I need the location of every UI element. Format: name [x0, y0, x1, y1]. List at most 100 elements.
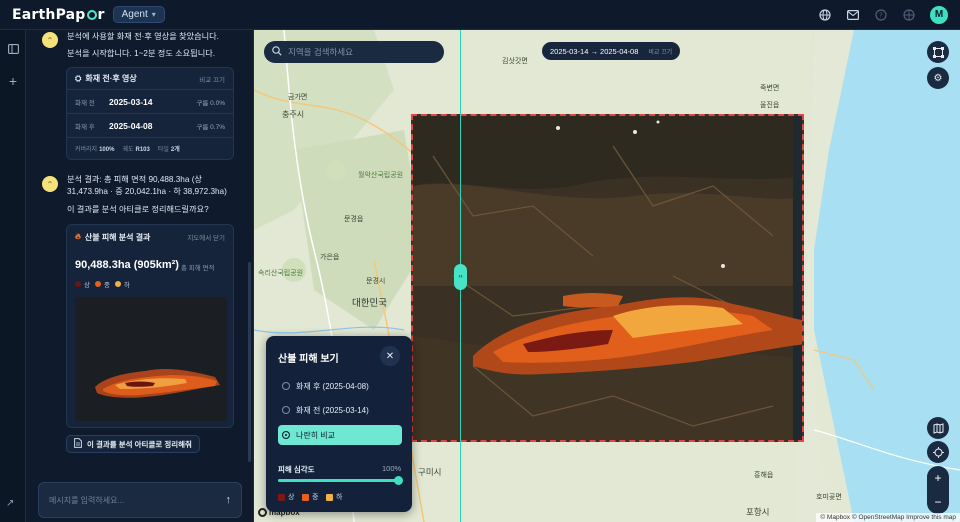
avatar[interactable]: M: [930, 5, 948, 24]
close-icon[interactable]: ✕: [380, 346, 400, 366]
map-label: 흥해읍: [754, 472, 774, 479]
map-label: 가은읍: [320, 254, 340, 261]
severity-slider[interactable]: [278, 476, 403, 485]
new-chat-plus-icon[interactable]: +: [6, 73, 20, 89]
severity-slider-knob[interactable]: [394, 476, 403, 485]
chat-message-line: 분석을 시작합니다. 1~2분 정도 소요됩니다.: [67, 49, 216, 59]
tiles-value: 2개: [170, 146, 180, 153]
imagery-row-before[interactable]: 화재 전 2025-03-14 구름 0.0%: [67, 90, 233, 114]
legend-low: 하: [115, 279, 130, 289]
option-after[interactable]: 화재 후 (2025-04-08): [278, 376, 402, 396]
imagery-card-title: 화재 전·후 영상: [85, 74, 137, 83]
imagery-meta: 커버리지 100% 궤도 R103 타일 2개: [67, 138, 233, 158]
map-label: 금가면: [288, 94, 308, 101]
damage-thumbnail[interactable]: [75, 297, 227, 421]
bot-avatar-icon: ᵔ: [42, 32, 58, 48]
imagery-row-label: 화재 전: [75, 99, 95, 107]
map-view[interactable]: 금가면 충주시 월악산국립공원 문경읍 가은읍 문경시 대한민국 속리산국립공원…: [254, 30, 960, 522]
map-label: 죽변면: [760, 85, 780, 92]
orbit-value: R103: [135, 146, 150, 153]
logo-globe-icon: [86, 9, 97, 20]
zoom-out-button[interactable]: −: [934, 495, 941, 509]
map-label: 호미곶면: [816, 494, 842, 501]
legend-low: 하: [326, 492, 342, 502]
damage-area-label: 총 피해 면적: [181, 265, 215, 272]
satellite-icon: ⛭: [75, 73, 82, 83]
option-side-by-side[interactable]: 나란히 비교: [278, 425, 402, 445]
coverage-value: 100%: [99, 146, 115, 153]
map-search-input[interactable]: [288, 47, 436, 57]
map-attribution[interactable]: © Mapbox © OpenStreetMap Improve this ma…: [816, 513, 960, 522]
option-before[interactable]: 화재 전 (2025-03-14): [278, 400, 402, 420]
result-card: 🔥︎ 산불 피해 분석 결과 지도에서 닫기 90,488.3ha (905km…: [66, 224, 234, 428]
coverage-label: 커버리지: [75, 146, 98, 153]
top-bar: EarthPap r Agent ▾ ? M: [0, 0, 960, 30]
date-range-text: 2025-03-14 → 2025-04-08: [550, 46, 639, 56]
legend-mid: 중: [302, 492, 318, 502]
agent-selector[interactable]: Agent ▾: [112, 6, 165, 23]
settings-gear-icon[interactable]: ⚙: [927, 67, 949, 89]
orbit-label: 궤도: [122, 146, 134, 153]
severity-slider-fill: [278, 479, 398, 482]
locate-crosshair-icon[interactable]: [927, 441, 949, 463]
map-label: 월악산국립공원: [358, 172, 404, 179]
chat-message: 분석에 사용할 화재 전·후 영상을 찾았습니다. 분석을 시작합니다. 1~2…: [67, 31, 219, 61]
map-search-box[interactable]: [264, 41, 444, 63]
imagery-row-cloud: 구름 0.7%: [196, 123, 225, 131]
severity-label: 피해 심각도: [278, 465, 315, 474]
globe-grid-icon[interactable]: [818, 8, 832, 22]
logo[interactable]: EarthPap r: [12, 7, 105, 23]
sidebar-toggle-icon[interactable]: [6, 42, 20, 56]
fire-damage-panel: 산불 피해 보기 ✕ 화재 후 (2025-04-08) 화재 전 (2025-…: [266, 336, 412, 512]
radio-icon: [282, 431, 290, 439]
zoom-controls: + −: [927, 466, 949, 514]
map-label: 김삿갓면: [502, 58, 528, 65]
message-input[interactable]: [49, 495, 226, 505]
imagery-row-label: 화재 후: [75, 123, 95, 131]
imagery-card: ⛭ 화재 전·후 영상 비교 끄기 화재 전 2025-03-14 구름 0.0…: [66, 67, 234, 160]
compare-off-link[interactable]: 비교 끄기: [199, 74, 225, 84]
chat-message-line: 31,473.9ha · 중 20,042.1ha · 하 38,972.3ha…: [67, 187, 227, 197]
bot-avatar-icon: ᵔ: [42, 176, 58, 192]
satellite-imagery: [413, 116, 802, 440]
language-icon[interactable]: [902, 8, 916, 22]
tiles-label: 타일: [157, 146, 169, 153]
article-button-label: 이 결과를 분석 아티클로 정리해줘: [87, 439, 192, 449]
chevron-down-icon: ▾: [151, 10, 156, 19]
imagery-row-after[interactable]: 화재 후 2025-04-08 구름 0.7%: [67, 114, 233, 138]
chat-message-line: 분석 결과: 총 피해 면적 90,488.3ha (상: [67, 175, 202, 184]
draw-area-icon[interactable]: [927, 41, 949, 63]
collapse-arrow-icon[interactable]: ↗: [6, 498, 20, 512]
satellite-overlay[interactable]: [411, 114, 804, 442]
result-card-title: 산불 피해 분석 결과: [84, 232, 151, 242]
zoom-in-button[interactable]: +: [934, 471, 941, 485]
help-icon[interactable]: ?: [874, 8, 888, 22]
damage-area-value: 90,488.3ha (905km²): [75, 259, 179, 271]
legend-high: 상: [75, 279, 90, 289]
left-rail: + ↗: [0, 30, 26, 522]
article-button[interactable]: 이 결과를 분석 아티클로 정리해줘: [66, 435, 200, 453]
chat-panel: ᵔ 분석에 사용할 화재 전·후 영상을 찾았습니다. 분석을 시작합니다. 1…: [26, 30, 254, 522]
chat-scrollbar[interactable]: [248, 262, 251, 462]
chat-message-line: 분석에 사용할 화재 전·후 영상을 찾았습니다.: [67, 32, 219, 41]
radio-icon: [282, 406, 290, 414]
severity-value: 100%: [382, 464, 402, 473]
legend-high: 상: [278, 492, 294, 502]
svg-text:?: ?: [879, 11, 883, 19]
message-input-box[interactable]: ↑: [38, 482, 242, 518]
fire-panel-title: 산불 피해 보기: [278, 354, 339, 365]
date-range-pill[interactable]: 2025-03-14 → 2025-04-08 비교 끄기: [542, 42, 681, 60]
chat-message-line: 이 결과를 분석 아티클로 정리해드릴까요?: [67, 204, 209, 214]
imagery-card-header: ⛭ 화재 전·후 영상 비교 끄기: [67, 68, 233, 90]
compare-split-handle[interactable]: ‹›: [454, 264, 467, 290]
imagery-row-cloud: 구름 0.0%: [196, 99, 225, 107]
document-icon: [74, 438, 82, 450]
map-label: 대한민국: [352, 298, 387, 309]
legend-mid: 중: [95, 279, 110, 289]
map-label: 충주시: [282, 110, 305, 119]
date-compare-off-link[interactable]: 비교 끄기: [648, 47, 672, 56]
send-arrow-icon[interactable]: ↑: [226, 494, 232, 506]
close-on-map-link[interactable]: 지도에서 닫기: [187, 232, 225, 242]
mail-icon[interactable]: [846, 8, 860, 22]
map-layers-icon[interactable]: [927, 417, 949, 439]
